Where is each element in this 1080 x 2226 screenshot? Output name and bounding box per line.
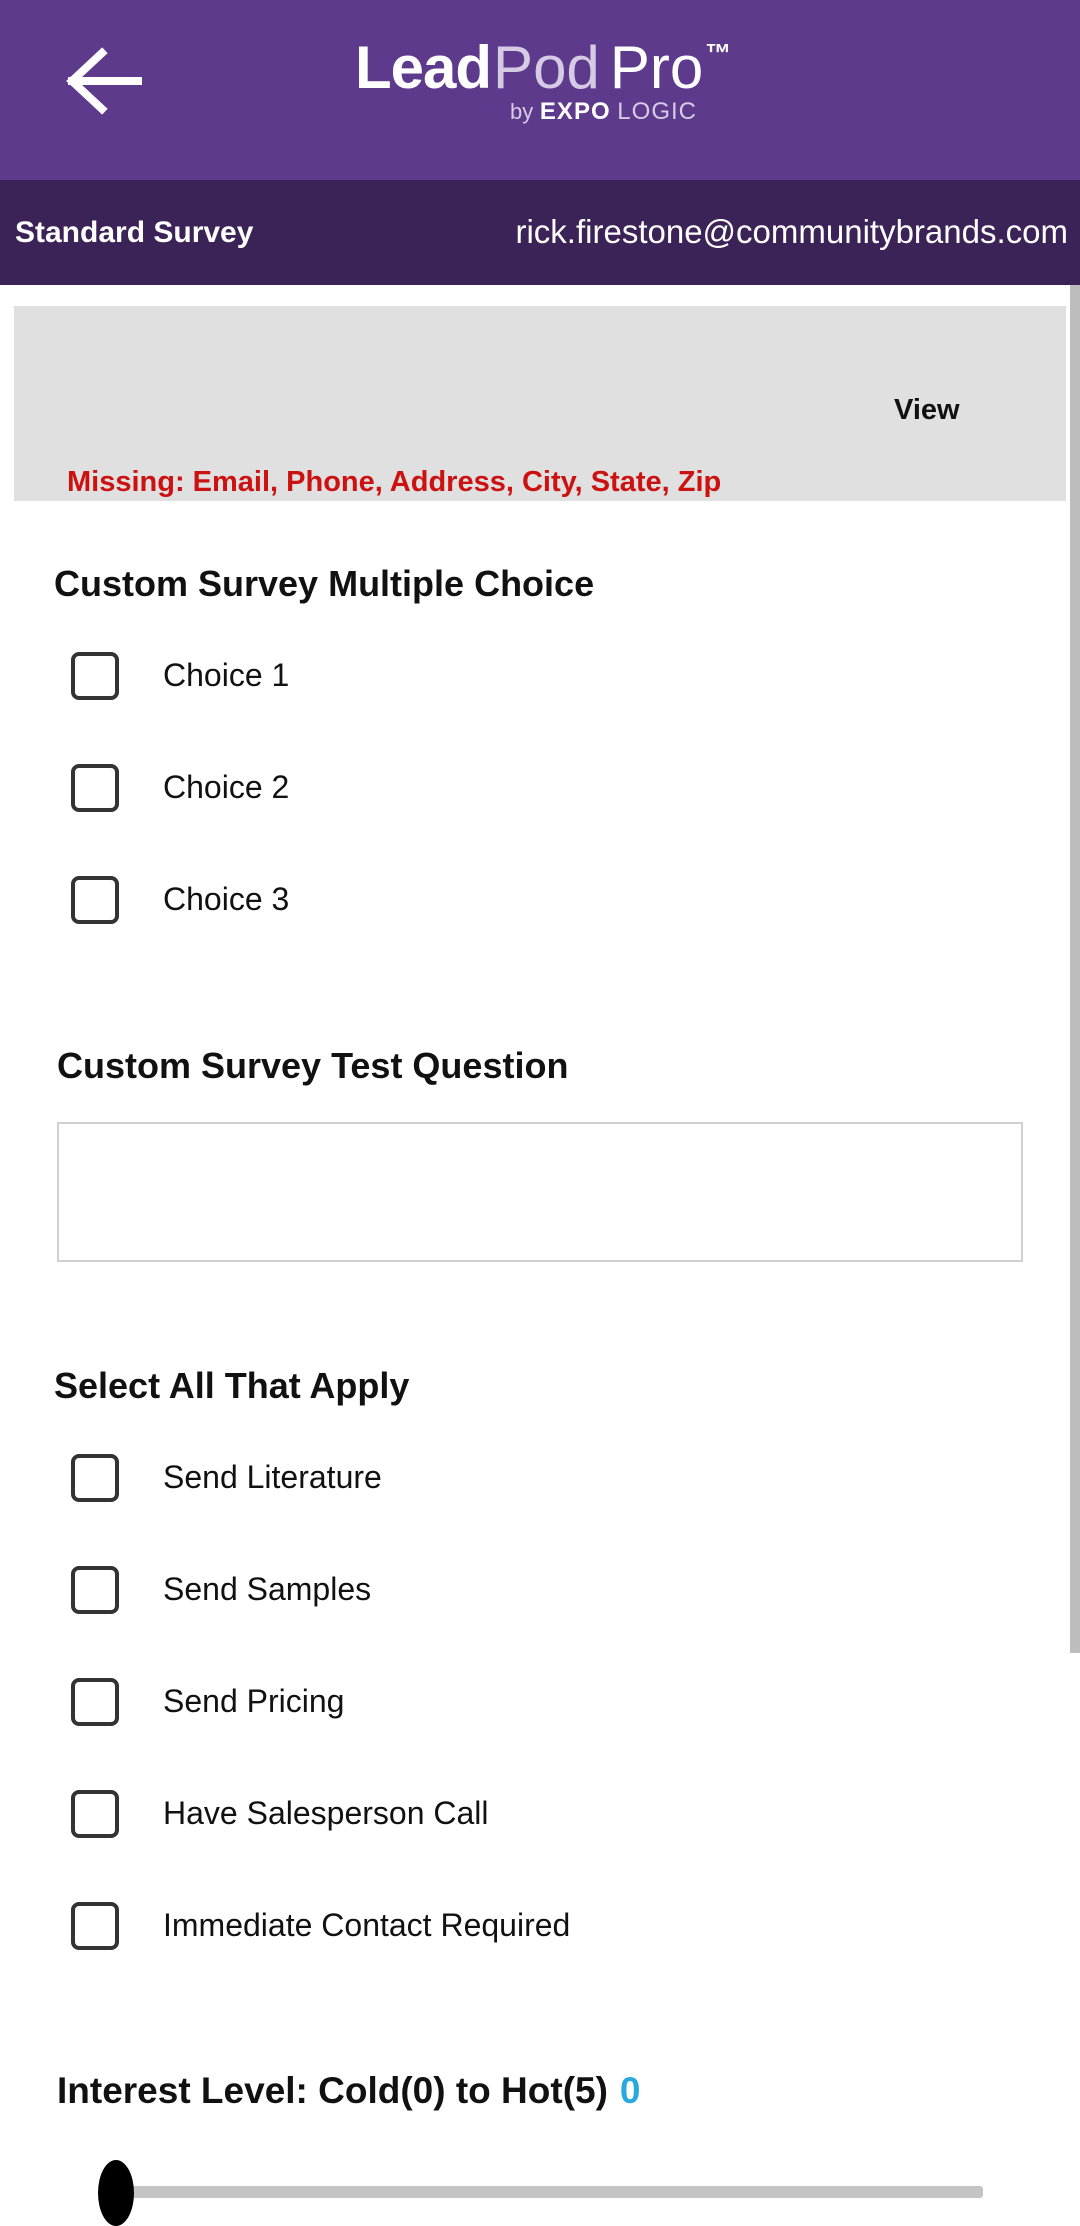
choice-label: Immediate Contact Required — [163, 1907, 571, 1943]
checkbox[interactable] — [71, 876, 119, 924]
logo-trademark: ™ — [705, 38, 732, 68]
missing-fields-warning: Missing: Email, Phone, Address, City, St… — [67, 466, 722, 498]
option-send-literature[interactable]: Send Literature — [66, 1445, 966, 1509]
checkbox[interactable] — [71, 1454, 119, 1502]
test-question-answer-field[interactable] — [57, 1122, 1023, 1262]
choice-label: Have Salesperson Call — [163, 1795, 489, 1831]
logo-expo: EXPO — [539, 98, 611, 125]
question-title-select-all: Select All That Apply — [54, 1365, 410, 1406]
view-button[interactable]: View — [894, 394, 960, 427]
choice-label: Send Samples — [163, 1571, 372, 1607]
choice-option-2[interactable]: Choice 2 — [66, 755, 966, 819]
checkbox[interactable] — [71, 1678, 119, 1726]
app-header: LeadPod Pro™ by EXPO LOGIC — [0, 0, 1080, 180]
choice-label: Send Literature — [163, 1459, 382, 1495]
option-immediate-contact-required[interactable]: Immediate Contact Required — [66, 1893, 966, 1957]
scrollbar[interactable] — [1070, 285, 1080, 1653]
checkbox[interactable] — [71, 764, 119, 812]
checkbox[interactable] — [71, 652, 119, 700]
option-send-pricing[interactable]: Send Pricing — [66, 1669, 966, 1733]
checkbox[interactable] — [71, 1566, 119, 1614]
interest-slider-track[interactable] — [110, 2186, 983, 2198]
logo-subtitle: by EXPO LOGIC — [510, 98, 697, 126]
logo-logic: LOGIC — [617, 98, 697, 125]
checkbox[interactable] — [71, 1790, 119, 1838]
choice-option-1[interactable]: Choice 1 — [66, 643, 966, 707]
logo-pod: Pod — [493, 34, 600, 101]
checkbox[interactable] — [71, 1902, 119, 1950]
option-send-samples[interactable]: Send Samples — [66, 1557, 966, 1621]
back-button[interactable] — [60, 45, 150, 117]
logo-pro: Pro — [609, 34, 704, 101]
arrow-left-icon — [66, 47, 142, 115]
logo-by: by — [510, 99, 534, 124]
option-have-salesperson-call[interactable]: Have Salesperson Call — [66, 1781, 966, 1845]
interest-level-label: Interest Level: Cold(0) to Hot(5) — [57, 2070, 608, 2111]
choice-label: Send Pricing — [163, 1683, 345, 1719]
choice-label: Choice 1 — [163, 657, 290, 693]
user-email: rick.firestone@communitybrands.com — [515, 213, 1068, 250]
question-title-test: Custom Survey Test Question — [57, 1045, 569, 1086]
survey-subheader: Standard Survey rick.firestone@community… — [0, 180, 1080, 285]
leadpod-pro-logo: LeadPod Pro™ by EXPO LOGIC — [355, 38, 735, 138]
question-title-multiple-choice: Custom Survey Multiple Choice — [54, 563, 595, 604]
survey-name: Standard Survey — [15, 216, 254, 249]
choice-label: Choice 3 — [163, 881, 290, 917]
logo-lead: Lead — [355, 34, 492, 101]
choice-option-3[interactable]: Choice 3 — [66, 867, 966, 931]
interest-slider-thumb[interactable] — [98, 2160, 134, 2226]
choice-label: Choice 2 — [163, 769, 290, 805]
contact-panel: View Missing: Email, Phone, Address, Cit… — [14, 306, 1066, 501]
interest-level-heading: Interest Level: Cold(0) to Hot(5) 0 — [57, 2070, 641, 2112]
interest-level-value: 0 — [619, 2070, 641, 2111]
